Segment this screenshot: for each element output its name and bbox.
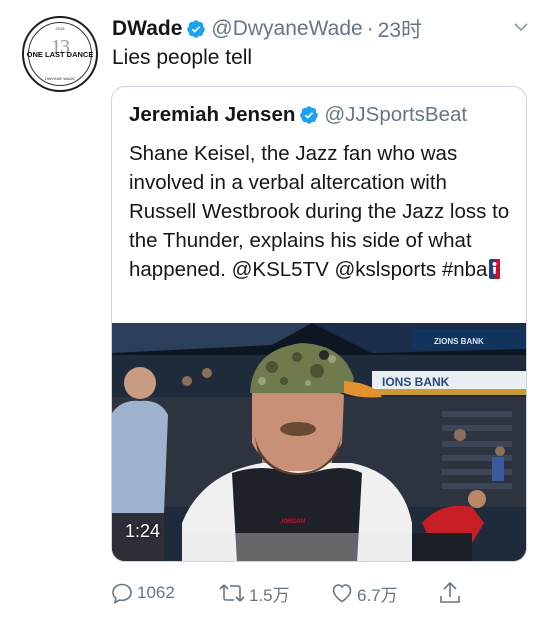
retweet-button[interactable]: 1.5万 — [218, 578, 290, 608]
avatar-ring-top: 2018 — [55, 26, 65, 31]
shirt-text: JORDAN — [280, 519, 305, 525]
display-name[interactable]: DWade — [112, 17, 182, 41]
retweet-icon — [218, 581, 246, 605]
tweet-text: Lies people tell — [112, 46, 253, 69]
like-icon — [330, 581, 354, 605]
separator: · — [366, 17, 374, 40]
quoted-text: Shane Keisel, the Jazz fan who was invol… — [129, 142, 510, 281]
share-button[interactable] — [438, 578, 462, 608]
tweet-actions: 1062 1.5万 6.7万 — [110, 578, 470, 608]
reply-icon — [110, 581, 134, 605]
timestamp[interactable]: 23时 — [378, 14, 422, 44]
chevron-down-icon[interactable] — [512, 18, 530, 36]
quoted-text-block: Shane Keisel, the Jazz fan who was invol… — [129, 139, 514, 287]
verified-badge-icon — [299, 105, 319, 125]
arena-banner: IONS BANK — [382, 375, 450, 389]
avatar[interactable]: 2018 13 ONE LAST DANCE DWYANE WADE — [22, 16, 98, 92]
reply-button[interactable]: 1062 — [110, 578, 175, 608]
avatar-ring-bottom: DWYANE WADE — [44, 76, 76, 81]
quoted-header: Jeremiah Jensen @JJSportsBeat — [129, 103, 516, 127]
arena-banner-top: ZIONS BANK — [434, 337, 484, 346]
quoted-display-name: Jeremiah Jensen — [129, 103, 296, 126]
video-player[interactable]: ZIONS BANK IONS BANK JORDAN 1:24 — [112, 323, 526, 561]
handle[interactable]: @DwyaneWade — [211, 17, 362, 41]
like-count: 6.7万 — [357, 585, 398, 605]
share-icon — [438, 580, 462, 606]
like-button[interactable]: 6.7万 — [330, 578, 398, 608]
nba-logo-icon — [489, 258, 501, 287]
quoted-handle: @JJSportsBeat — [324, 103, 468, 126]
reply-count: 1062 — [137, 583, 175, 602]
retweet-count: 1.5万 — [249, 585, 290, 605]
video-frame: ZIONS BANK IONS BANK JORDAN — [112, 323, 526, 561]
video-duration: 1:24 — [125, 521, 161, 541]
quoted-tweet[interactable]: Jeremiah Jensen @JJSportsBeat Shane Keis… — [111, 86, 527, 562]
verified-badge-icon — [186, 19, 206, 39]
avatar-logo: 2018 13 ONE LAST DANCE DWYANE WADE — [26, 22, 94, 86]
tweet-header: DWade @DwyaneWade · 23时 — [112, 16, 530, 42]
avatar-text: ONE LAST DANCE — [26, 49, 94, 59]
